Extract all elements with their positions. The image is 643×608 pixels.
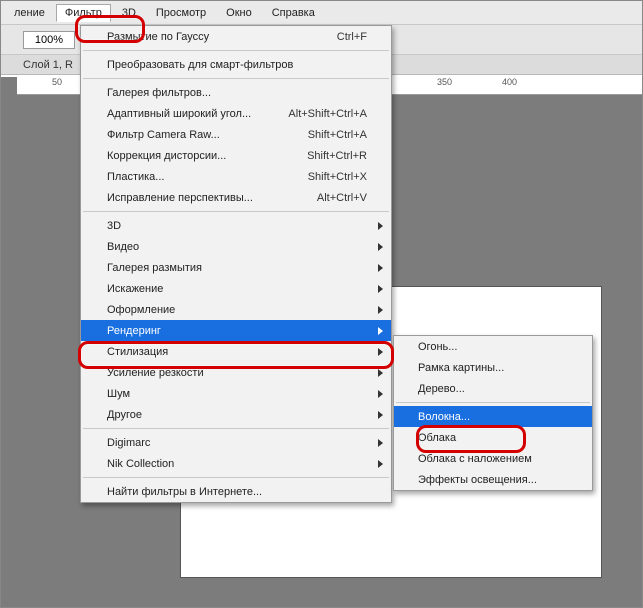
submenu-arrow-icon (378, 306, 383, 314)
menu-other[interactable]: Другое (81, 404, 391, 425)
menu-label: Галерея размытия (107, 262, 202, 274)
menu-label: Рендеринг (107, 325, 161, 337)
menu-separator (83, 211, 389, 212)
menu-label: Галерея фильтров... (107, 87, 211, 99)
submenu-label: Облака (418, 432, 456, 444)
submenu-arrow-icon (378, 348, 383, 356)
submenu-label: Эффекты освещения... (418, 474, 537, 486)
menu-label: Исправление перспективы... (107, 192, 253, 204)
menu-separator (83, 50, 389, 51)
menu-label: Размытие по Гауссу (107, 31, 209, 43)
submenu-arrow-icon (378, 222, 383, 230)
menu-item-window[interactable]: Окно (217, 4, 261, 22)
menu-separator (83, 477, 389, 478)
menu-camera-raw[interactable]: Фильтр Camera Raw... Shift+Ctrl+A (81, 124, 391, 145)
menu-shortcut: Alt+Shift+Ctrl+A (288, 108, 367, 120)
menu-video[interactable]: Видео (81, 236, 391, 257)
menu-recent-filter[interactable]: Размытие по Гауссу Ctrl+F (81, 26, 391, 47)
submenu-arrow-icon (378, 243, 383, 251)
menu-stylize[interactable]: Стилизация (81, 341, 391, 362)
menu-separator (83, 78, 389, 79)
menu-item-3d[interactable]: 3D (113, 4, 145, 22)
menu-filter-gallery[interactable]: Галерея фильтров... (81, 82, 391, 103)
zoom-field[interactable]: 100% (23, 31, 75, 49)
menu-liquify[interactable]: Пластика... Shift+Ctrl+X (81, 166, 391, 187)
submenu-tree[interactable]: Дерево... (394, 378, 592, 399)
menu-label: Фильтр Camera Raw... (107, 129, 220, 141)
submenu-arrow-icon (378, 390, 383, 398)
menu-label: Коррекция дисторсии... (107, 150, 226, 162)
menu-separator (83, 428, 389, 429)
ruler-tick: 400 (502, 77, 517, 87)
menu-nik-collection[interactable]: Nik Collection (81, 453, 391, 474)
menu-render[interactable]: Рендеринг (81, 320, 391, 341)
menu-sharpen[interactable]: Усиление резкости (81, 362, 391, 383)
submenu-arrow-icon (378, 264, 383, 272)
menu-vanishing-point[interactable]: Исправление перспективы... Alt+Ctrl+V (81, 187, 391, 208)
submenu-arrow-icon (378, 439, 383, 447)
submenu-fibers[interactable]: Волокна... (394, 406, 592, 427)
submenu-label: Дерево... (418, 383, 465, 395)
submenu-label: Огонь... (418, 341, 457, 353)
menu-label: Шум (107, 388, 130, 400)
menu-find-filters-online[interactable]: Найти фильтры в Интернете... (81, 481, 391, 502)
menu-label: Искажение (107, 283, 163, 295)
menu-label: Преобразовать для смарт-фильтров (107, 59, 293, 71)
ruler-vertical (1, 77, 17, 607)
menubar: ление Фильтр 3D Просмотр Окно Справка (1, 1, 642, 25)
menu-digimarc[interactable]: Digimarc (81, 432, 391, 453)
menu-label: 3D (107, 220, 121, 232)
ruler-tick: 350 (437, 77, 452, 87)
submenu-difference-clouds[interactable]: Облака с наложением (394, 448, 592, 469)
menu-distort[interactable]: Искажение (81, 278, 391, 299)
menu-lens-correction[interactable]: Коррекция дисторсии... Shift+Ctrl+R (81, 145, 391, 166)
submenu-arrow-icon (378, 460, 383, 468)
ruler-tick: 50 (52, 77, 62, 87)
menu-shortcut: Alt+Ctrl+V (317, 192, 367, 204)
menu-item-view[interactable]: Просмотр (147, 4, 215, 22)
menu-item-help[interactable]: Справка (263, 4, 324, 22)
menu-shortcut: Shift+Ctrl+A (308, 129, 367, 141)
menu-label: Оформление (107, 304, 175, 316)
menu-label: Видео (107, 241, 139, 253)
submenu-label: Рамка картины... (418, 362, 504, 374)
menu-convert-smart[interactable]: Преобразовать для смарт-фильтров (81, 54, 391, 75)
submenu-label: Облака с наложением (418, 453, 532, 465)
menu-label: Адаптивный широкий угол... (107, 108, 251, 120)
menu-shortcut: Shift+Ctrl+R (307, 150, 367, 162)
submenu-arrow-icon (378, 369, 383, 377)
menu-3d[interactable]: 3D (81, 215, 391, 236)
menu-label: Другое (107, 409, 142, 421)
submenu-lighting-effects[interactable]: Эффекты освещения... (394, 469, 592, 490)
menu-shortcut: Shift+Ctrl+X (308, 171, 367, 183)
menu-label: Стилизация (107, 346, 168, 358)
menu-noise[interactable]: Шум (81, 383, 391, 404)
menu-label: Усиление резкости (107, 367, 204, 379)
submenu-arrow-icon (378, 285, 383, 293)
menu-label: Digimarc (107, 437, 150, 449)
submenu-arrow-icon (378, 327, 383, 335)
menu-design[interactable]: Оформление (81, 299, 391, 320)
menu-adaptive-wide-angle[interactable]: Адаптивный широкий угол... Alt+Shift+Ctr… (81, 103, 391, 124)
filter-menu-dropdown: Размытие по Гауссу Ctrl+F Преобразовать … (80, 25, 392, 503)
submenu-picture-frame[interactable]: Рамка картины... (394, 357, 592, 378)
submenu-fire[interactable]: Огонь... (394, 336, 592, 357)
render-submenu: Огонь... Рамка картины... Дерево... Воло… (393, 335, 593, 491)
menu-blur-gallery[interactable]: Галерея размытия (81, 257, 391, 278)
submenu-label: Волокна... (418, 411, 470, 423)
menu-shortcut: Ctrl+F (337, 31, 367, 43)
menu-separator (396, 402, 590, 403)
menu-item-filter[interactable]: Фильтр (56, 4, 111, 22)
submenu-arrow-icon (378, 411, 383, 419)
menu-label: Пластика... (107, 171, 164, 183)
document-tab-label[interactable]: Слой 1, R (23, 59, 73, 71)
submenu-clouds[interactable]: Облака (394, 427, 592, 448)
menu-label: Найти фильтры в Интернете... (107, 486, 262, 498)
menu-label: Nik Collection (107, 458, 174, 470)
menu-item-image-truncated[interactable]: ление (5, 4, 54, 22)
